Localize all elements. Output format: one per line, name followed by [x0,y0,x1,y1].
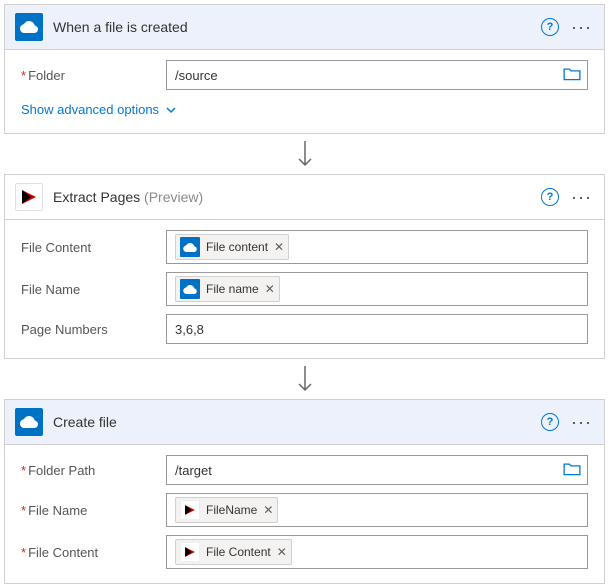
help-icon[interactable]: ? [541,188,559,206]
connector-icon [180,500,200,520]
page-numbers-row: Page Numbers 3,6,8 [21,314,588,344]
folder-path-value: /target [175,463,212,478]
card-header[interactable]: Extract Pages (Preview) ? ··· [5,175,604,220]
onedrive-icon [180,279,200,299]
folder-path-label: Folder Path [21,463,166,478]
page-numbers-label: Page Numbers [21,322,166,337]
remove-token-icon[interactable]: ✕ [277,545,287,559]
card-title: When a file is created [53,19,541,35]
file-content-token[interactable]: File content ✕ [175,234,289,260]
page-numbers-value: 3,6,8 [175,322,204,337]
remove-token-icon[interactable]: ✕ [274,240,284,254]
more-menu-icon[interactable]: ··· [569,417,594,427]
flow-arrow [4,359,605,399]
card-body: File Content File content ✕ File Name [5,220,604,358]
preview-badge: (Preview) [144,189,203,205]
folder-picker-icon[interactable] [563,462,581,479]
advanced-label: Show advanced options [21,102,159,117]
file-content-row: File Content File Content ✕ [21,535,588,569]
flow-arrow [4,134,605,174]
connector-icon [180,542,200,562]
file-content-input[interactable]: File Content ✕ [166,535,588,569]
remove-token-icon[interactable]: ✕ [263,503,273,517]
card-body: Folder /source Show advanced options [5,50,604,133]
folder-path-row: Folder Path /target [21,455,588,485]
onedrive-icon [15,408,43,436]
file-content-token[interactable]: File Content ✕ [175,539,292,565]
connector-icon [15,183,43,211]
file-name-label: File Name [21,503,166,518]
file-name-label: File Name [21,282,166,297]
file-content-label: File Content [21,240,166,255]
token-label: File name [206,282,259,296]
folder-value: /source [175,68,218,83]
create-file-card: Create file ? ··· Folder Path /target Fi… [4,399,605,584]
more-menu-icon[interactable]: ··· [569,22,594,32]
card-header[interactable]: Create file ? ··· [5,400,604,445]
help-icon[interactable]: ? [541,413,559,431]
file-name-input[interactable]: FileName ✕ [166,493,588,527]
file-content-input[interactable]: File content ✕ [166,230,588,264]
remove-token-icon[interactable]: ✕ [265,282,275,296]
help-icon[interactable]: ? [541,18,559,36]
folder-input[interactable]: /source [166,60,588,90]
card-title: Extract Pages (Preview) [53,189,541,205]
folder-picker-icon[interactable] [563,67,581,84]
onedrive-icon [15,13,43,41]
file-content-label: File Content [21,545,166,560]
folder-path-input[interactable]: /target [166,455,588,485]
folder-row: Folder /source [21,60,588,90]
onedrive-icon [180,237,200,257]
page-numbers-input[interactable]: 3,6,8 [166,314,588,344]
folder-label: Folder [21,68,166,83]
card-body: Folder Path /target File Name FileName ✕ [5,445,604,583]
card-title: Create file [53,414,541,430]
file-name-token[interactable]: FileName ✕ [175,497,278,523]
file-name-row: File Name FileName ✕ [21,493,588,527]
token-label: File Content [206,545,271,559]
more-menu-icon[interactable]: ··· [569,192,594,202]
trigger-card: When a file is created ? ··· Folder /sou… [4,4,605,134]
token-label: FileName [206,503,257,517]
file-name-input[interactable]: File name ✕ [166,272,588,306]
file-name-token[interactable]: File name ✕ [175,276,280,302]
chevron-down-icon [165,104,177,116]
file-content-row: File Content File content ✕ [21,230,588,264]
extract-pages-card: Extract Pages (Preview) ? ··· File Conte… [4,174,605,359]
token-label: File content [206,240,268,254]
card-header[interactable]: When a file is created ? ··· [5,5,604,50]
file-name-row: File Name File name ✕ [21,272,588,306]
show-advanced-toggle[interactable]: Show advanced options [21,98,588,119]
